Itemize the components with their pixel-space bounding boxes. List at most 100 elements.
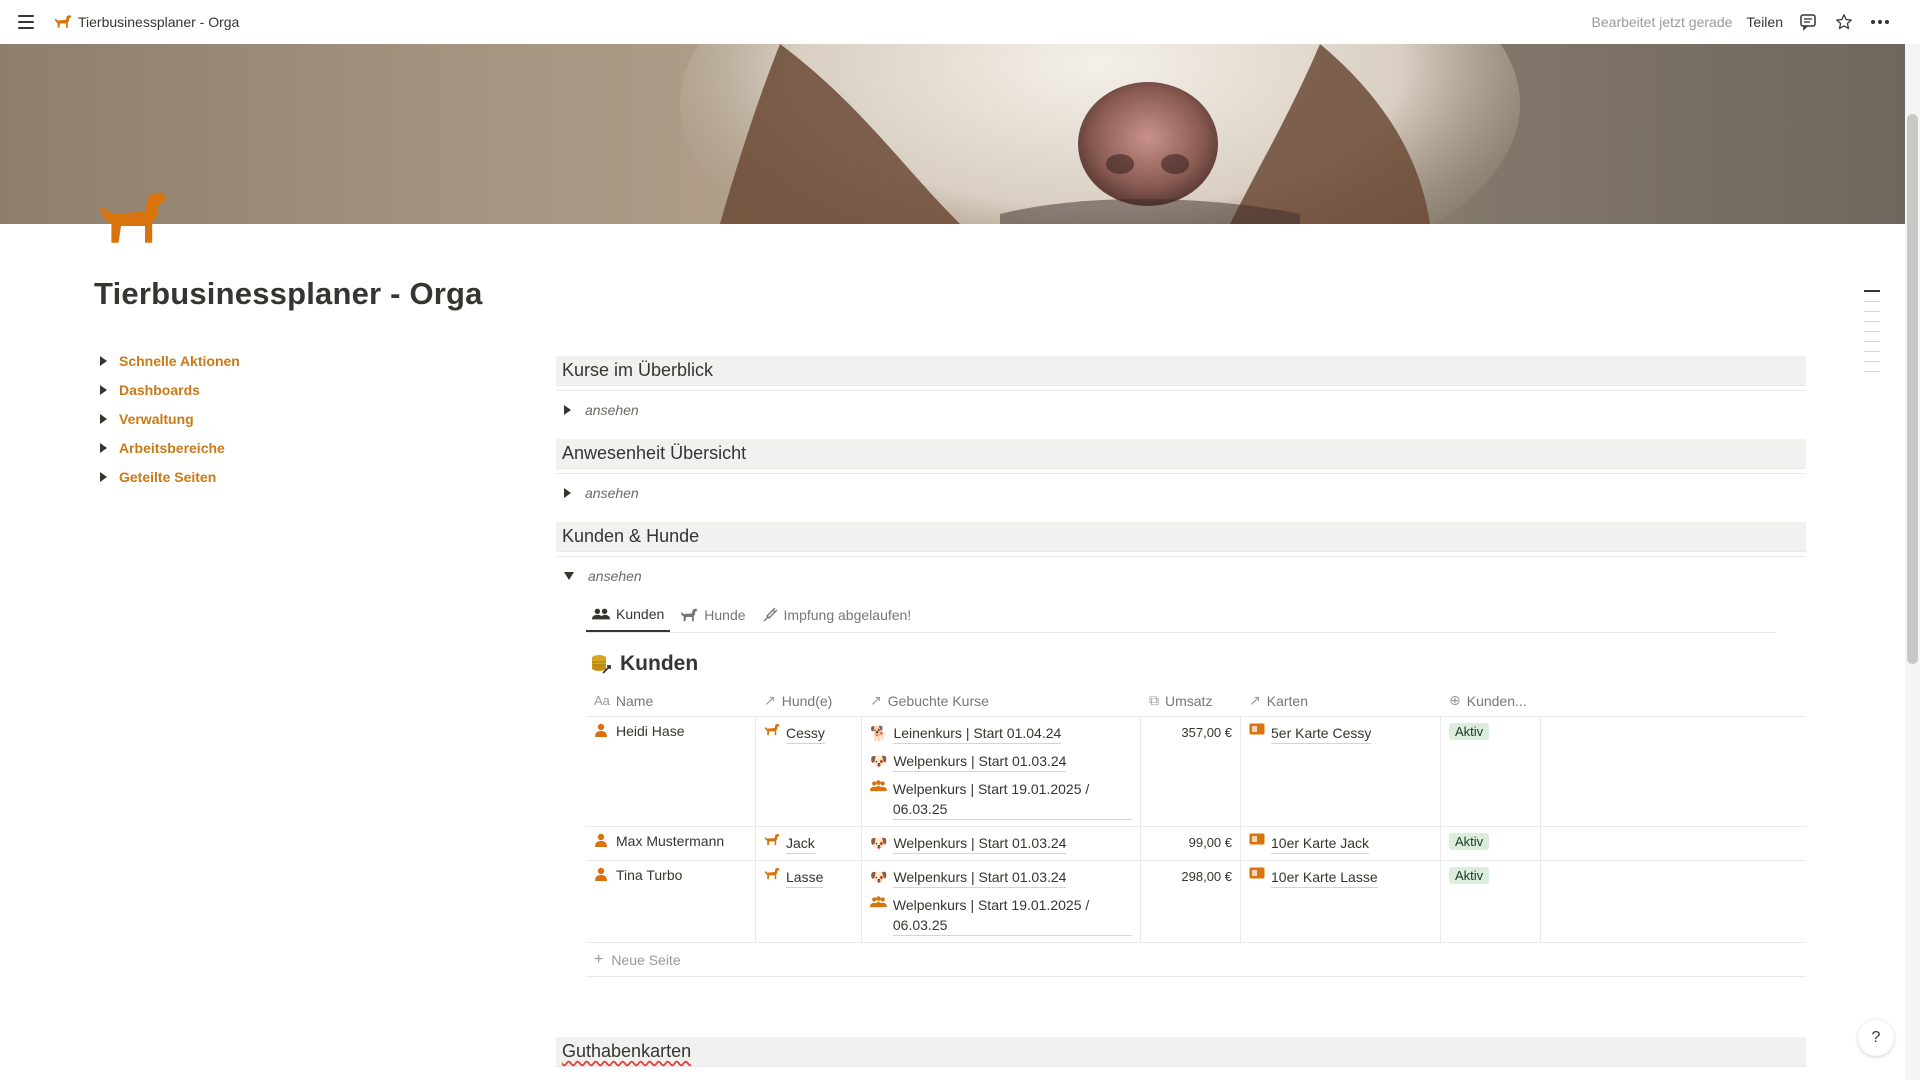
relation-dog[interactable]: Lasse [764, 867, 853, 888]
cell-name[interactable]: Heidi Hase [586, 717, 756, 826]
breadcrumb[interactable]: Tierbusinessplaner - Orga [48, 12, 245, 32]
relation-course[interactable]: Welpenkurs | Start 19.01.2025 / 06.03.25 [870, 895, 1132, 936]
cell-umsatz[interactable]: 99,00 € [1141, 827, 1241, 860]
table-row[interactable]: Max Mustermann Jack 🐶 Welpenkurs | Start … [586, 827, 1806, 861]
toggle-kunden-ansehen[interactable]: ansehen [556, 561, 1806, 591]
relation-course[interactable]: 🐶 Welpenkurs | Start 01.03.24 [870, 867, 1132, 888]
section-anwesenheit-heading[interactable]: Anwesenheit Übersicht [556, 439, 1806, 469]
cell-karten[interactable]: 10er Karte Jack [1241, 827, 1441, 860]
toggle-verwaltung[interactable]: Verwaltung [100, 410, 240, 428]
toc-entry[interactable] [1864, 331, 1880, 332]
toggle-arbeitsbereiche[interactable]: Arbeitsbereiche [100, 439, 240, 457]
table-row[interactable]: Tina Turbo Lasse 🐶 Welpenkurs | Start 01.… [586, 861, 1806, 943]
cell-kurse[interactable]: 🐕 Leinenkurs | Start 01.04.24 🐶 Welpenkurs… [862, 717, 1141, 826]
toggle-arrow-icon[interactable] [100, 414, 107, 424]
column-header-hund[interactable]: ↗ Hund(e) [756, 685, 862, 716]
group-icon [870, 780, 887, 792]
section-kurse-heading[interactable]: Kurse im Überblick [556, 356, 1806, 386]
cell-empty [1541, 717, 1806, 826]
table-row[interactable]: Heidi Hase Cessy 🐕 Leinenkurs | Start 01.… [586, 717, 1806, 827]
cell-kurse[interactable]: 🐶 Welpenkurs | Start 01.03.24 Welpenkurs … [862, 861, 1141, 942]
section-guthaben-heading[interactable]: Guthabenkarten [556, 1037, 1806, 1067]
toc-entry[interactable] [1864, 311, 1880, 312]
status-badge: Aktiv [1449, 833, 1490, 850]
cell-status[interactable]: Aktiv [1441, 717, 1541, 826]
cell-umsatz[interactable]: 298,00 € [1141, 861, 1241, 942]
database-view-tabs: Kunden Hunde Impfung abgelaufen! [586, 597, 1776, 633]
toc-entry[interactable] [1864, 361, 1880, 362]
cell-hund[interactable]: Lasse [756, 861, 862, 942]
dog-photo-graphic [680, 44, 1520, 224]
star-icon[interactable] [1833, 11, 1855, 33]
cell-kurse[interactable]: 🐶 Welpenkurs | Start 01.03.24 [862, 827, 1141, 860]
page-dog-icon[interactable] [94, 190, 172, 255]
toggle-anwesenheit-ansehen[interactable]: ansehen [556, 478, 1806, 508]
page-title[interactable]: Tierbusinessplaner - Orga [94, 276, 483, 312]
cell-name[interactable]: Tina Turbo [586, 861, 756, 942]
more-options-icon[interactable] [1869, 11, 1891, 33]
toggle-arrow-icon[interactable] [100, 356, 107, 366]
cell-hund[interactable]: Jack [756, 827, 862, 860]
toggle-schnelle-aktionen[interactable]: Schnelle Aktionen [100, 352, 240, 370]
toc-entry[interactable] [1864, 371, 1880, 372]
scrollbar-thumb[interactable] [1907, 114, 1918, 664]
tab-kunden[interactable]: Kunden [586, 598, 671, 632]
toc-entry[interactable] [1864, 321, 1880, 322]
column-header-umsatz[interactable]: ⧉ Umsatz [1141, 685, 1241, 716]
tab-label: Kunden [616, 606, 665, 622]
relation-course[interactable]: 🐶 Welpenkurs | Start 01.03.24 [870, 751, 1132, 772]
toc-entry[interactable] [1864, 301, 1880, 302]
tab-impfung-abgelaufen[interactable]: Impfung abgelaufen! [756, 598, 918, 632]
rollup-icon: ⧉ [1149, 692, 1159, 708]
relation-dog[interactable]: Jack [764, 833, 853, 854]
relation-course[interactable]: 🐶 Welpenkurs | Start 01.03.24 [870, 833, 1132, 854]
toggle-kurse-ansehen[interactable]: ansehen [556, 395, 1806, 425]
dog-name: Lasse [786, 867, 824, 888]
toggle-dashboards[interactable]: Dashboards [100, 381, 240, 399]
share-button[interactable]: Teilen [1746, 14, 1783, 30]
toggle-arrow-icon[interactable] [564, 488, 571, 498]
column-label: Gebuchte Kurse [887, 692, 989, 709]
help-button[interactable]: ? [1858, 1020, 1894, 1056]
toc-entry[interactable] [1864, 351, 1880, 352]
toggle-arrow-open-icon[interactable] [564, 572, 574, 580]
divider [556, 556, 1806, 557]
tab-hunde[interactable]: Hunde [674, 598, 751, 632]
toc-entry[interactable] [1864, 290, 1880, 292]
scrollbar[interactable] [1905, 44, 1920, 1080]
toggle-arrow-icon[interactable] [100, 443, 107, 453]
toc-entry[interactable] [1864, 341, 1880, 342]
column-header-kurse[interactable]: ↗ Gebuchte Kurse [862, 685, 1141, 716]
column-header-name[interactable]: Aa Name [586, 685, 756, 716]
column-label: Hund(e) [781, 692, 833, 709]
cell-status[interactable]: Aktiv [1441, 827, 1541, 860]
cell-hund[interactable]: Cessy [756, 717, 862, 826]
table-of-contents[interactable] [1864, 290, 1880, 372]
cell-karten[interactable]: 5er Karte Cessy [1241, 717, 1441, 826]
column-header-karten[interactable]: ↗ Karten [1241, 685, 1441, 716]
group-icon [870, 896, 887, 908]
cover-image[interactable] [0, 44, 1905, 224]
relation-dog[interactable]: Cessy [764, 723, 853, 744]
section-kunden-heading[interactable]: Kunden & Hunde [556, 522, 1806, 552]
relation-card[interactable]: 10er Karte Jack [1249, 833, 1432, 854]
cell-status[interactable]: Aktiv [1441, 861, 1541, 942]
database-title[interactable]: Kunden [590, 649, 1806, 679]
toggle-geteilte-seiten[interactable]: Geteilte Seiten [100, 468, 240, 486]
sidebar-menu-icon[interactable] [14, 10, 38, 34]
relation-course[interactable]: Welpenkurs | Start 19.01.2025 / 06.03.25 [870, 779, 1132, 820]
toggle-label: ansehen [588, 568, 642, 584]
toggle-arrow-icon[interactable] [100, 472, 107, 482]
toggle-arrow-icon[interactable] [564, 405, 571, 415]
relation-card[interactable]: 10er Karte Lasse [1249, 867, 1432, 888]
relation-course[interactable]: 🐕 Leinenkurs | Start 01.04.24 [870, 723, 1132, 744]
cell-karten[interactable]: 10er Karte Lasse [1241, 861, 1441, 942]
cell-name[interactable]: Max Mustermann [586, 827, 756, 860]
comment-icon[interactable] [1797, 11, 1819, 33]
new-page-button[interactable]: + Neue Seite [586, 943, 1806, 977]
column-header-status[interactable]: ⊕ Kunden... [1441, 685, 1541, 716]
relation-card[interactable]: 5er Karte Cessy [1249, 723, 1432, 744]
toggle-arrow-icon[interactable] [100, 385, 107, 395]
cell-umsatz[interactable]: 357,00 € [1141, 717, 1241, 826]
coins-icon [592, 655, 611, 674]
